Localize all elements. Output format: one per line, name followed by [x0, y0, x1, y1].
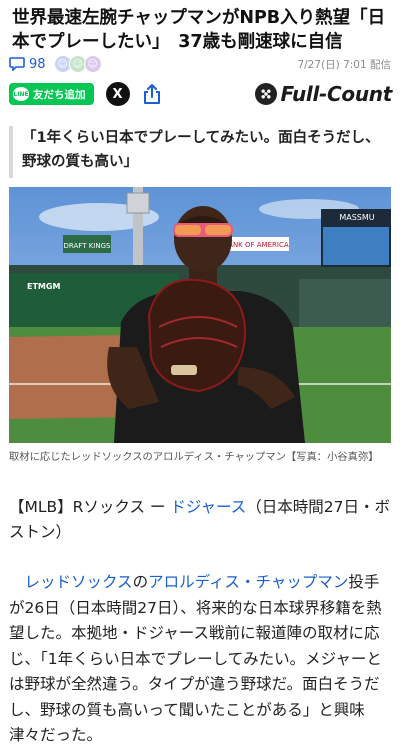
article-paragraph: レッドソックスのアロルディス・チャップマン投手が26日（日本時間27日）、将来的…	[9, 570, 391, 747]
x-share-button[interactable]: X	[105, 82, 130, 106]
dateline: 【MLB】Rソックス ー ドジャース（日本時間27日・ボストン）	[9, 495, 391, 545]
reaction-icon: ☺	[83, 55, 102, 73]
comment-count[interactable]: 98	[9, 57, 46, 72]
dodgers-link[interactable]: ドジャース	[170, 498, 246, 516]
sign-draft: DRAFT KINGS	[64, 242, 111, 250]
publish-date: 7/27(日) 7:01 配信	[297, 58, 391, 71]
share-icon	[143, 84, 160, 104]
line-add-friend-button[interactable]: LINE 友だち追加	[9, 83, 94, 105]
share-button[interactable]	[142, 82, 162, 106]
reaction-icons[interactable]: ☺ ☺ ☺	[53, 55, 102, 73]
chapman-link[interactable]: アロルディス・チャップマン	[148, 573, 348, 591]
comment-icon	[9, 57, 25, 71]
article-headline: 世界最速左腕チャップマンがNPB入り熱望「日本でプレーしたい」 37歳も剛速球に…	[12, 8, 386, 52]
share-row: LINE 友だち追加 X Full-Count	[9, 81, 392, 107]
line-icon: LINE	[13, 87, 29, 101]
paragraph-indent	[9, 573, 25, 591]
photo-caption: 取材に応じたレッドソックスのアロルディス・チャップマン【写真：小谷真弥】	[9, 451, 379, 463]
sign-bank: BANK OF AMERICA	[223, 241, 288, 249]
brand-name: Full-Count	[280, 82, 393, 106]
meta-row: 98 ☺ ☺ ☺ 7/27(日) 7:01 配信	[9, 53, 391, 75]
brand-logo[interactable]: Full-Count	[254, 82, 393, 106]
dateline-prefix: 【MLB】Rソックス ー	[9, 498, 171, 516]
pull-quote: 「1年くらい日本でプレーしてみたい。面白そうだし、野球の質も高い」	[9, 126, 391, 178]
sign-scoreboard: MASSMU	[339, 213, 374, 222]
brand-icon	[254, 83, 277, 105]
photo-illustration: DRAFT KINGS BANK OF AMERICA MASSMU ETMGM	[9, 187, 391, 443]
sign-left-wall: ETMGM	[27, 282, 60, 291]
article-photo[interactable]: DRAFT KINGS BANK OF AMERICA MASSMU ETMGM	[9, 187, 391, 443]
comment-count-value: 98	[29, 56, 46, 72]
red-sox-link[interactable]: レッドソックス	[25, 573, 133, 591]
paragraph-text: 投手が26日（日本時間27日）、将来的な日本球界移籍を熱望した。本拠地・ドジャー…	[9, 573, 382, 744]
line-button-label: 友だち追加	[33, 88, 86, 101]
paragraph-connector: の	[132, 573, 149, 591]
x-icon: X	[112, 86, 123, 102]
